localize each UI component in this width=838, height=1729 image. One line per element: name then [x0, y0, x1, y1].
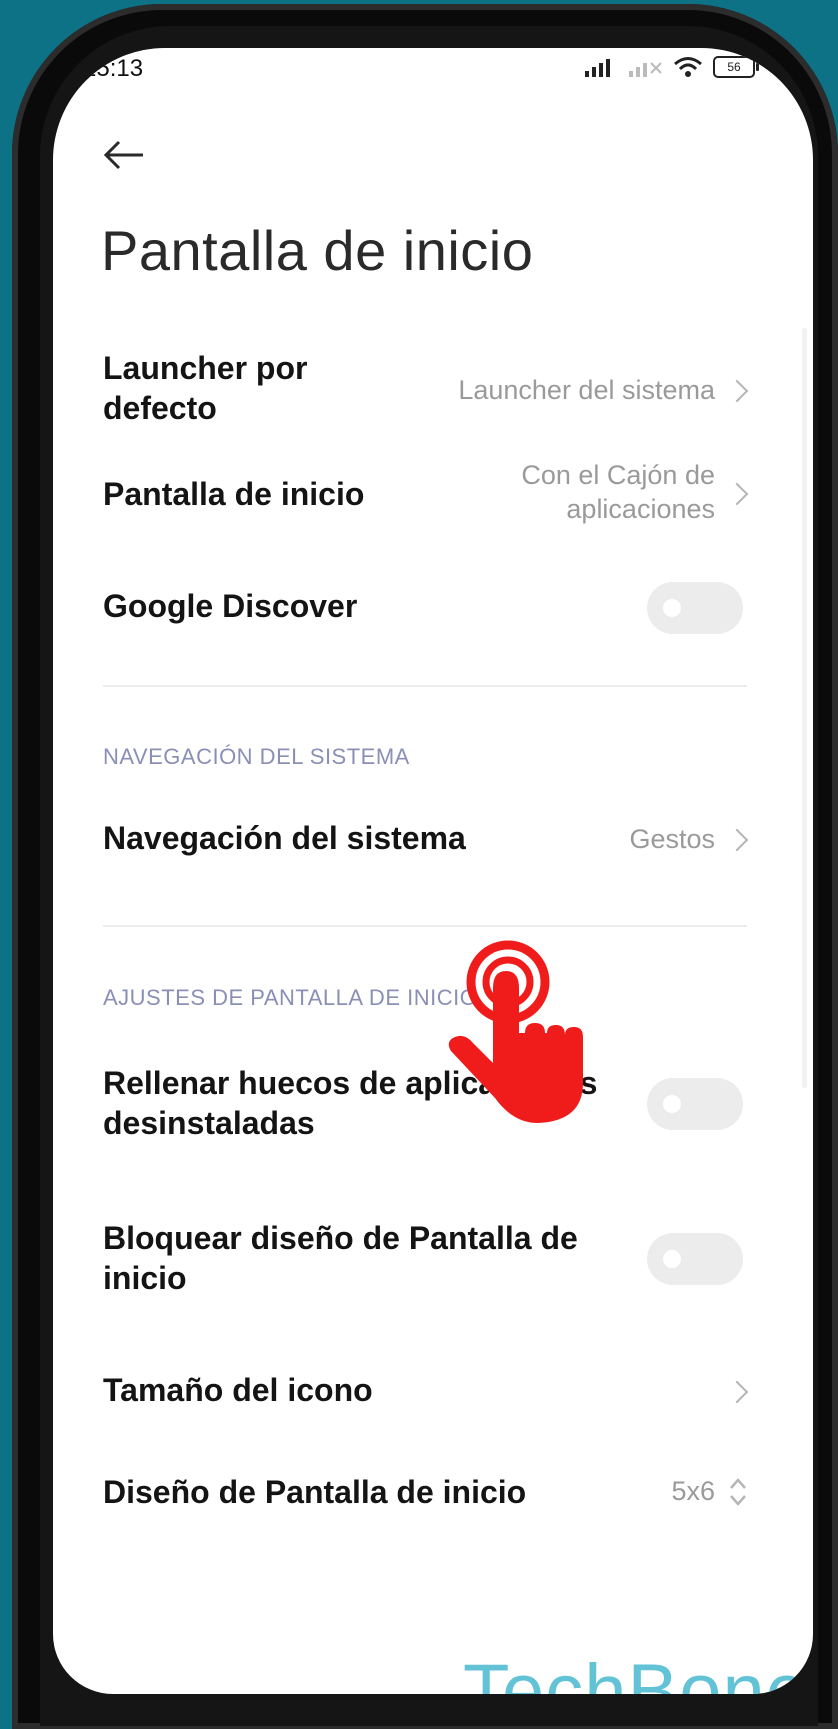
- setting-default-launcher[interactable]: Launcher por defecto Launcher del sistem…: [53, 328, 813, 448]
- setting-system-navigation[interactable]: Navegación del sistema Gestos: [53, 788, 813, 908]
- status-time: 15:13: [83, 55, 144, 82]
- setting-value: 5x6: [671, 1476, 715, 1506]
- label-line: inicio: [103, 1260, 187, 1296]
- section-header-navigation: NAVEGACIÓN DEL SISTEMA: [103, 744, 410, 769]
- setting-lock-layout[interactable]: Bloquear diseño de Pantalla de inicio: [53, 1203, 813, 1333]
- phone-screen: 15:13 56 Pantalla de inicio Launcher por…: [53, 48, 813, 1694]
- status-icons: 56: [585, 56, 759, 78]
- value-line: Con el Cajón de: [521, 460, 715, 490]
- label-line: defecto: [103, 390, 217, 426]
- hand-pointer-icon: [448, 940, 583, 1123]
- chevron-right-icon: [725, 828, 749, 852]
- setting-label: Launcher por defecto: [103, 348, 307, 428]
- chevron-right-icon: [725, 379, 749, 403]
- status-bar: 15:13 56: [53, 48, 813, 108]
- arrow-left-icon: [103, 140, 143, 170]
- setting-fill-gaps[interactable]: Rellenar huecos de aplicaciones desinsta…: [53, 1048, 813, 1178]
- back-button[interactable]: [99, 130, 149, 180]
- toggle-knob: [663, 1250, 681, 1268]
- value-line: aplicaciones: [566, 494, 715, 524]
- section-header-home-settings: AJUSTES DE PANTALLA DE INICIO: [103, 985, 478, 1010]
- setting-label: Tamaño del icono: [103, 1372, 373, 1408]
- setting-value: Con el Cajón de aplicaciones: [521, 458, 715, 526]
- wifi-icon: [674, 57, 702, 77]
- chevron-right-icon: [725, 482, 749, 506]
- toggle-knob: [663, 1095, 681, 1113]
- setting-value: Gestos: [629, 824, 715, 854]
- fill-gaps-toggle[interactable]: [647, 1078, 743, 1130]
- setting-label: Google Discover: [103, 588, 358, 624]
- lock-layout-toggle[interactable]: [647, 1233, 743, 1285]
- toggle-knob: [663, 599, 681, 617]
- google-discover-toggle[interactable]: [647, 582, 743, 634]
- label-line: Bloquear diseño de Pantalla de: [103, 1220, 578, 1256]
- watermark: TechBone: [463, 1649, 810, 1694]
- setting-icon-size[interactable]: Tamaño del icono: [53, 1338, 813, 1448]
- divider: [103, 685, 747, 687]
- battery-icon: 56: [713, 56, 759, 78]
- setting-label: Navegación del sistema: [103, 820, 466, 856]
- signal-icon: [585, 59, 610, 77]
- setting-google-discover[interactable]: Google Discover: [53, 558, 813, 668]
- page-title: Pantalla de inicio: [101, 219, 534, 282]
- setting-value: Launcher del sistema: [458, 375, 715, 405]
- setting-home-layout[interactable]: Diseño de Pantalla de inicio 5x6: [53, 1448, 813, 1558]
- label-line: Launcher por: [103, 350, 308, 386]
- chevron-up-down-icon: [730, 1478, 746, 1506]
- chevron-right-icon: [725, 1380, 749, 1404]
- setting-home-screen[interactable]: Pantalla de inicio Con el Cajón de aplic…: [53, 448, 813, 558]
- divider: [103, 925, 747, 927]
- setting-label: Pantalla de inicio: [103, 476, 365, 512]
- signal-secondary-icon: [629, 62, 662, 77]
- setting-label: Bloquear diseño de Pantalla de inicio: [103, 1218, 578, 1298]
- setting-label: Diseño de Pantalla de inicio: [103, 1474, 527, 1510]
